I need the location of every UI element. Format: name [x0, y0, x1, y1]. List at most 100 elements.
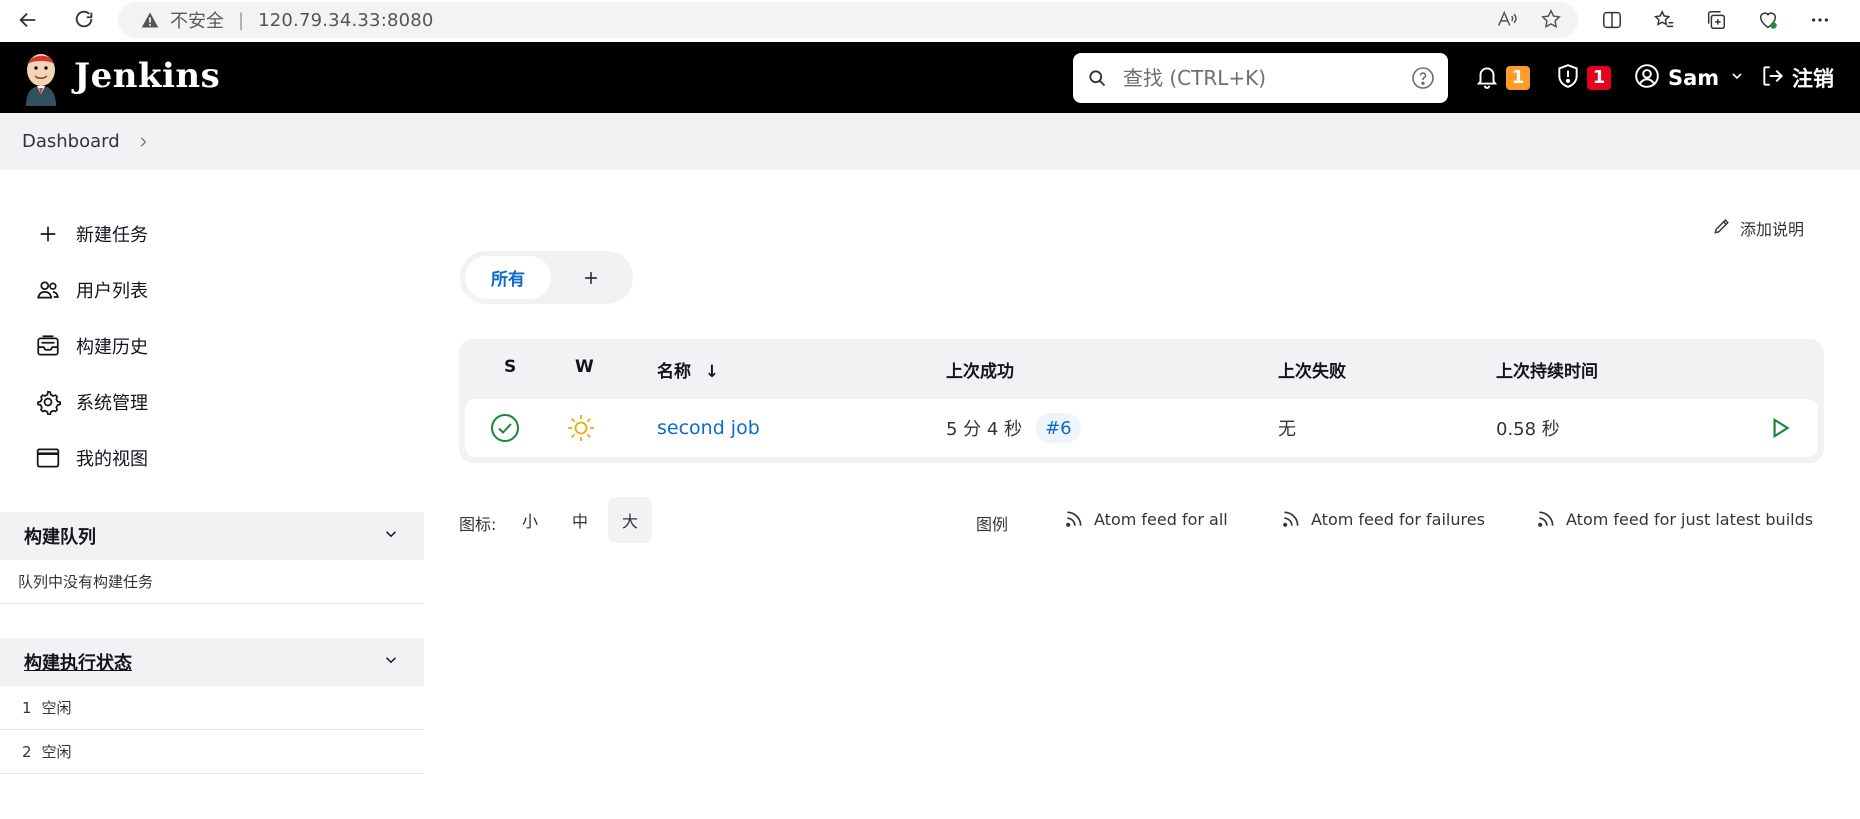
legend-link[interactable]: 图例 — [976, 511, 1008, 535]
url-text: 120.79.34.33:8080 — [258, 9, 434, 31]
executor-row: 1 空闲 — [0, 686, 424, 730]
chevron-right-icon[interactable] — [136, 135, 150, 149]
window-icon — [30, 440, 66, 476]
build-queue-header[interactable]: 构建队列 — [0, 512, 424, 560]
gear-icon — [30, 384, 66, 420]
user-menu[interactable]: Sam — [1634, 42, 1745, 113]
security-badge: 1 — [1587, 65, 1611, 90]
logout-label: 注销 — [1792, 66, 1834, 91]
sunny-icon — [566, 399, 596, 457]
insecure-label: 不安全 — [170, 11, 224, 32]
user-name: Sam — [1668, 65, 1720, 90]
column-last-failure[interactable]: 上次失败 — [1278, 357, 1346, 382]
executors-title[interactable]: 构建执行状态 — [24, 649, 132, 675]
reload-icon[interactable] — [66, 2, 102, 38]
executors-header[interactable]: 构建执行状态 — [0, 638, 424, 686]
browser-toolbar: 不安全 | 120.79.34.33:8080 — [0, 0, 1860, 40]
user-avatar-icon — [1634, 63, 1660, 93]
executor-status: 空闲 — [41, 743, 72, 761]
feed-failures-label: Atom feed for failures — [1311, 509, 1485, 529]
sidebar-item-label: 用户列表 — [76, 281, 148, 302]
warning-triangle-icon — [140, 10, 160, 30]
favorites-icon[interactable] — [1646, 2, 1682, 38]
build-number-link[interactable]: #6 — [1036, 413, 1081, 443]
jenkins-brand[interactable]: Jenkins — [74, 56, 220, 96]
sidebar-item-new-job[interactable]: 新建任务 — [30, 206, 148, 262]
feed-all-label: Atom feed for all — [1094, 509, 1228, 529]
run-build-button[interactable] — [1767, 399, 1793, 457]
rss-icon — [1538, 511, 1554, 527]
shield-alert-icon — [1555, 63, 1581, 93]
chevron-down-icon[interactable] — [382, 651, 400, 674]
sidebar-item-label: 系统管理 — [76, 393, 148, 414]
column-last-duration[interactable]: 上次持续时间 — [1496, 357, 1598, 382]
search-icon — [1087, 68, 1107, 92]
url-separator: | — [238, 9, 245, 31]
executors-pane: 构建执行状态 1 空闲 2 空闲 — [0, 638, 424, 774]
breadcrumb: Dashboard — [0, 113, 1860, 170]
breadcrumb-dashboard[interactable]: Dashboard — [22, 131, 120, 152]
icon-size-medium[interactable]: 中 — [558, 497, 602, 543]
sidebar-item-label: 构建历史 — [76, 337, 148, 358]
chevron-down-icon[interactable] — [1729, 68, 1745, 88]
add-description-label: 添加说明 — [1740, 220, 1805, 239]
notifications-button[interactable]: 1 — [1474, 42, 1530, 113]
split-screen-icon[interactable] — [1594, 2, 1630, 38]
rss-icon — [1066, 511, 1082, 527]
icon-size-large[interactable]: 大 — [608, 497, 652, 543]
bell-icon — [1474, 63, 1500, 93]
favorite-star-icon[interactable] — [1540, 8, 1562, 35]
sidebar-item-build-history[interactable]: 构建历史 — [30, 318, 148, 374]
icon-size-small[interactable]: 小 — [508, 497, 552, 543]
jenkins-logo-icon[interactable] — [22, 50, 60, 106]
browser-health-icon[interactable] — [1750, 2, 1786, 38]
feed-latest-label: Atom feed for just latest builds — [1566, 509, 1814, 529]
build-queue-pane: 构建队列 队列中没有构建任务 — [0, 512, 424, 604]
add-view-button[interactable] — [559, 256, 623, 299]
build-queue-title: 构建队列 — [24, 527, 96, 548]
more-menu-icon[interactable] — [1802, 2, 1838, 38]
table-footer: 图标: 小 中 大 图例 Atom feed for all Atom feed… — [459, 497, 1824, 545]
build-queue-empty-text: 队列中没有构建任务 — [18, 573, 154, 591]
add-description-button[interactable]: 添加说明 — [1712, 216, 1804, 240]
search-input[interactable] — [1123, 63, 1393, 93]
sidebar-tasks: 新建任务 用户列表 构建历史 系统管理 我的视图 — [30, 206, 148, 486]
sidebar-item-label: 我的视图 — [76, 449, 148, 470]
read-aloud-icon[interactable] — [1496, 8, 1518, 35]
search-box — [1073, 53, 1448, 103]
icon-size-label: 图标: — [459, 515, 497, 534]
column-status[interactable]: S — [504, 357, 516, 377]
back-arrow-icon[interactable] — [10, 2, 46, 38]
column-name-label: 名称 — [657, 362, 691, 382]
sort-arrow-icon: ↓ — [704, 362, 720, 382]
table-row: second job 5 分 4 秒 #6 无 0.58 秒 — [465, 399, 1818, 457]
executor-number: 1 — [22, 698, 32, 717]
address-bar[interactable]: 不安全 | 120.79.34.33:8080 — [118, 2, 1578, 38]
build-queue-empty: 队列中没有构建任务 — [0, 560, 424, 604]
help-icon[interactable] — [1411, 66, 1435, 94]
feed-failures-link[interactable]: Atom feed for failures — [1281, 509, 1485, 529]
executor-row: 2 空闲 — [0, 730, 424, 774]
rss-icon — [1283, 511, 1299, 527]
security-button[interactable]: 1 — [1555, 42, 1611, 113]
collections-icon[interactable] — [1698, 2, 1734, 38]
chevron-down-icon[interactable] — [382, 525, 400, 548]
column-name[interactable]: 名称 ↓ — [657, 357, 719, 382]
play-icon — [1773, 417, 1790, 439]
feed-all-link[interactable]: Atom feed for all — [1064, 509, 1228, 529]
job-name-link[interactable]: second job — [657, 417, 760, 439]
sidebar-item-people[interactable]: 用户列表 — [30, 262, 148, 318]
plus-icon — [30, 216, 66, 252]
column-last-success[interactable]: 上次成功 — [946, 357, 1014, 382]
logout-icon — [1760, 63, 1786, 93]
jobs-table: S W 名称 ↓ 上次成功 上次失败 上次持续时间 second job 5 分… — [459, 339, 1824, 463]
sidebar-item-my-views[interactable]: 我的视图 — [30, 430, 148, 486]
notifications-badge: 1 — [1506, 65, 1530, 90]
feed-latest-link[interactable]: Atom feed for just latest builds — [1536, 509, 1813, 529]
column-weather[interactable]: W — [575, 357, 594, 377]
executor-status: 空闲 — [41, 699, 72, 717]
view-tabs: 所有 — [460, 251, 633, 304]
sidebar-item-manage[interactable]: 系统管理 — [30, 374, 148, 430]
tab-all[interactable]: 所有 — [465, 256, 551, 299]
logout-button[interactable]: 注销 — [1760, 42, 1834, 113]
